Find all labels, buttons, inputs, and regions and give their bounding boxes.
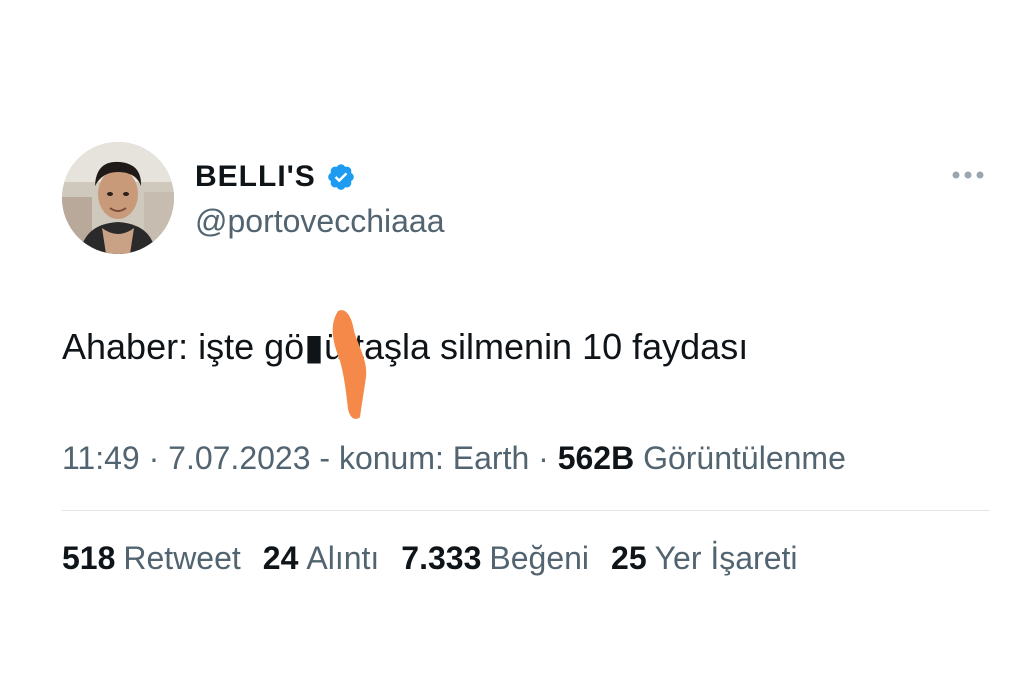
author-name-row: BELLI'S: [195, 160, 356, 194]
verified-badge-icon: [326, 162, 356, 192]
tweet-date[interactable]: 7.07.2023: [168, 440, 310, 476]
divider: [62, 510, 990, 511]
likes-label: Beğeni: [489, 540, 590, 576]
avatar[interactable]: [62, 142, 174, 254]
more-options-icon[interactable]: [948, 163, 988, 187]
bookmarks-stat[interactable]: 25 Yer İşareti: [611, 540, 797, 577]
likes-stat[interactable]: 7.333 Beğeni: [401, 540, 589, 577]
tweet-meta: 11:49 · 7.07.2023 - konum: Earth · 562B …: [62, 440, 846, 477]
bookmarks-label: Yer İşareti: [654, 540, 798, 576]
views-count: 562B: [557, 440, 635, 476]
retweets-stat[interactable]: 518 Retweet: [62, 540, 241, 577]
tweet-text: Ahaber: işte gö▮ü taşla silmenin 10 fayd…: [62, 326, 749, 367]
meta-dash: -: [319, 440, 339, 476]
retweets-count: 518: [62, 540, 116, 576]
engagement-stats: 518 Retweet 24 Alıntı 7.333 Beğeni 25 Yer İş…: [62, 540, 798, 577]
bookmarks-count: 25: [611, 540, 647, 576]
author-handle[interactable]: @portovecchiaaa: [195, 203, 445, 240]
views-label: Görüntülenme: [643, 440, 846, 476]
tweet-location: konum: Earth: [338, 440, 530, 476]
retweets-label: Retweet: [123, 540, 241, 576]
quotes-count: 24: [262, 540, 299, 576]
tweet-card: BELLI'S @portovecchiaaa Ahaber: işte gö▮…: [0, 0, 1024, 699]
quotes-stat[interactable]: 24 Alıntı: [263, 540, 380, 577]
likes-count: 7.333: [401, 540, 482, 576]
author-display-name[interactable]: BELLI'S: [195, 160, 316, 194]
quotes-label: Alıntı: [306, 540, 380, 576]
meta-separator: ·: [538, 440, 558, 476]
meta-separator: ·: [148, 440, 169, 476]
tweet-time[interactable]: 11:49: [62, 440, 140, 476]
